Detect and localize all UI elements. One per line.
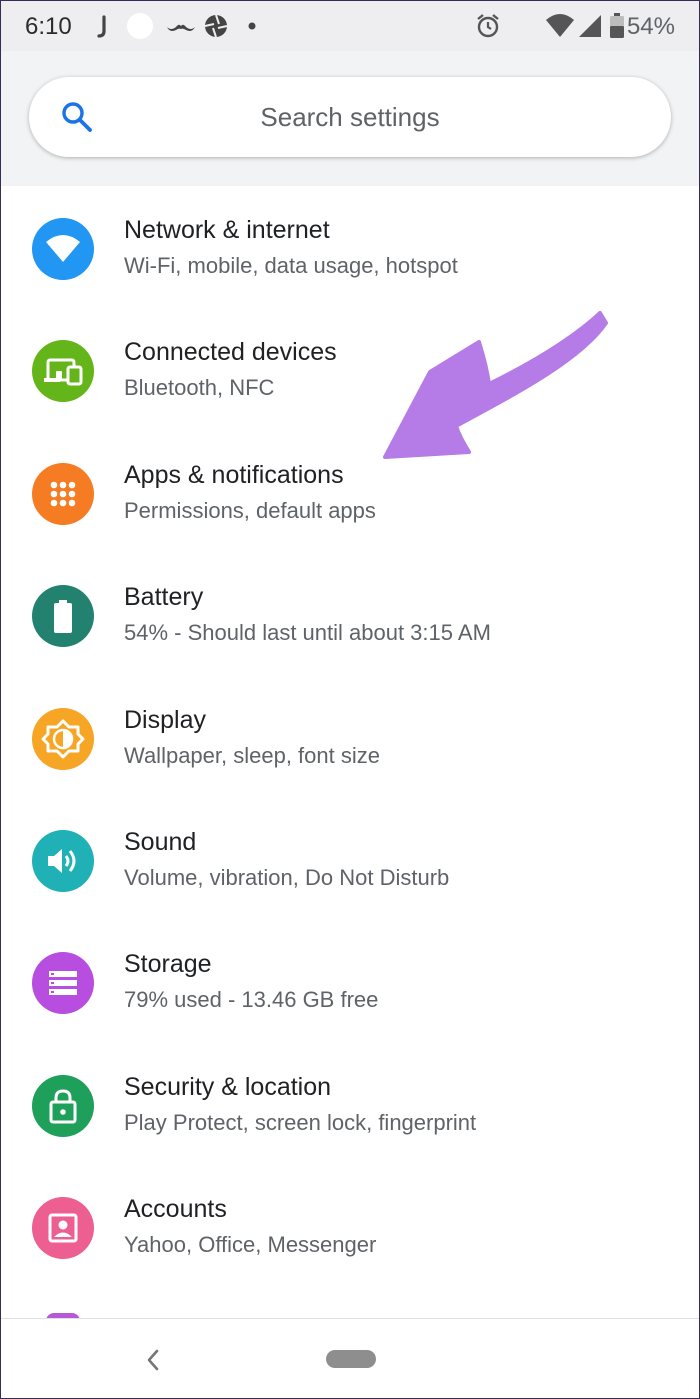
circle-notification-icon [127,13,153,39]
search-placeholder: Search settings [260,102,440,132]
alarm-icon [477,14,499,38]
cell-signal-icon [579,15,601,37]
settings-item-title: Storage [124,950,212,979]
settings-item-title: Security & location [124,1072,332,1101]
settings-item-title: Sound [124,827,197,856]
search-bar[interactable]: Search settings [29,77,671,157]
brightness-icon [32,707,94,770]
wifi-icon [546,14,574,37]
settings-item-battery[interactable]: Battery 54% - Should last until about 3:… [1,553,699,675]
settings-item-accounts[interactable]: Accounts Yahoo, Office, Messenger [1,1165,699,1287]
settings-item-security-location[interactable]: Security & location Play Protect, screen… [1,1043,699,1165]
settings-item-subtitle: Yahoo, Office, Messenger [124,1232,377,1258]
settings-item-connected-devices[interactable]: Connected devices Bluetooth, NFC [1,308,699,430]
apps-grid-icon [32,462,94,525]
mustache-notification-icon [167,24,195,31]
settings-item-subtitle: Wi-Fi, mobile, data usage, hotspot [124,253,458,278]
settings-item-subtitle: Play Protect, screen lock, fingerprint [124,1109,477,1135]
search-header: Search settings [1,51,699,186]
settings-list: Network & internet Wi-Fi, mobile, data u… [1,186,699,1288]
settings-item-title: Accounts [124,1195,227,1224]
settings-item-sound[interactable]: Sound Volume, vibration, Do Not Disturb [1,798,699,920]
battery-icon [32,585,94,648]
dot-more-icon [248,22,256,30]
settings-item-network[interactable]: Network & internet Wi-Fi, mobile, data u… [1,186,699,308]
settings-item-subtitle: Wallpaper, sleep, font size [124,742,380,768]
j-notification-icon [97,15,106,38]
devices-icon [32,340,94,403]
navigation-bar [1,1318,699,1398]
battery-percentage: 54% [626,13,675,40]
settings-item-display[interactable]: Display Wallpaper, sleep, font size [1,676,699,798]
settings-item-subtitle: Permissions, default apps [124,497,376,523]
settings-item-storage[interactable]: Storage 79% used - 13.46 GB free [1,920,699,1042]
settings-item-title: Network & internet [124,216,330,244]
settings-item-title: Display [124,705,206,734]
settings-screen: 6:10 54% Search settings Network & inter… [0,0,700,1399]
settings-item-title: Battery [124,583,204,612]
settings-item-subtitle: Bluetooth, NFC [124,375,275,401]
lock-icon [32,1074,94,1137]
chevron-left-icon[interactable] [141,1343,165,1377]
settings-item-subtitle: Volume, vibration, Do Not Disturb [124,864,450,890]
status-bar: 6:10 54% [1,1,699,51]
home-pill-icon[interactable] [326,1350,376,1368]
wifi-icon [32,218,94,280]
battery-icon [610,13,624,38]
status-time: 6:10 [25,13,72,40]
settings-item-title: Apps & notifications [124,460,344,489]
volume-icon [32,829,94,892]
account-box-icon [32,1197,94,1260]
settings-item-subtitle: 79% used - 13.46 GB free [124,987,379,1013]
aperture-notification-icon [204,14,228,38]
settings-item-title: Connected devices [124,338,337,367]
settings-item-subtitle: 54% - Should last until about 3:15 AM [124,620,491,646]
storage-icon [32,952,94,1015]
settings-item-apps-notifications[interactable]: Apps & notifications Permissions, defaul… [1,431,699,553]
